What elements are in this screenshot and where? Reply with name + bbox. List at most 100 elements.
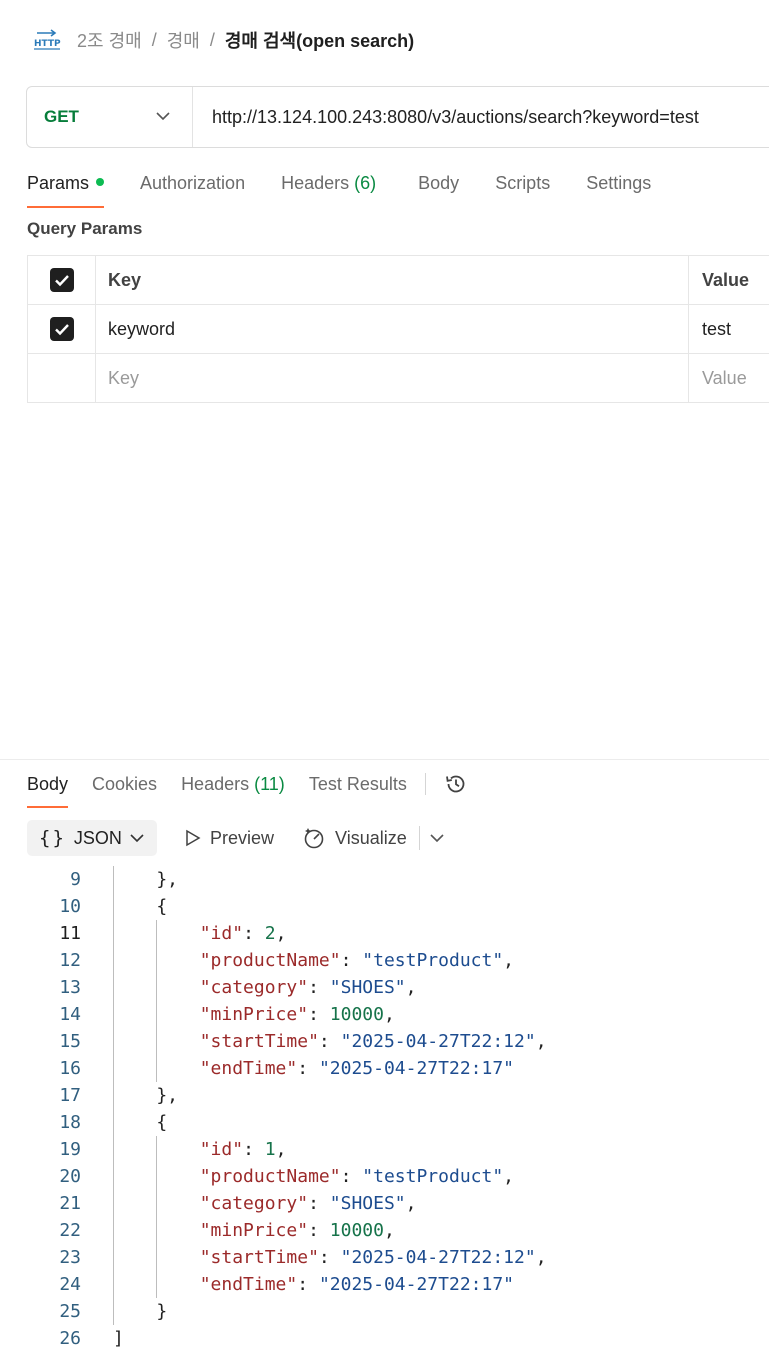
pane-divider[interactable] [0, 759, 769, 760]
visualize-separator [418, 826, 420, 850]
json-value: "2025-04-27T22:12" [340, 1031, 536, 1052]
json-value: 10000 [329, 1220, 384, 1241]
query-params-title: Query Params [27, 219, 143, 238]
history-icon[interactable] [444, 768, 468, 800]
code-line: 12 "productName": "testProduct", [0, 947, 769, 974]
code-line: 22 "minPrice": 10000, [0, 1217, 769, 1244]
svg-text:HTTP: HTTP [34, 39, 61, 49]
param-checkbox[interactable] [49, 317, 74, 341]
code-text: "endTime": "2025-04-27T22:17" [199, 1274, 515, 1295]
code-line: 20 "productName": "testProduct", [0, 1163, 769, 1190]
code-line: 23 "startTime": "2025-04-27T22:12", [0, 1244, 769, 1271]
response-tab-cookies-label: Cookies [92, 774, 158, 794]
code-text: ] [113, 1328, 124, 1349]
breadcrumb: HTTP 2조 경매 / 경매 / 경매 검색(open search) [33, 24, 414, 56]
visualize-button[interactable]: Visualize [302, 826, 407, 850]
request-tabs: Params Authorization Headers (6) Body Sc… [27, 168, 651, 208]
tab-settings[interactable]: Settings [586, 168, 651, 208]
code-text: "id": 2, [199, 923, 287, 944]
select-all-cell [27, 255, 96, 305]
code-text: "category": "SHOES", [199, 977, 417, 998]
json-value: "testProduct" [362, 1166, 504, 1187]
tab-authorization[interactable]: Authorization [140, 168, 245, 208]
value-column-header: Value [688, 255, 769, 305]
json-key: "startTime" [199, 1247, 319, 1268]
request-name[interactable]: 경매 검색(open search) [225, 27, 414, 53]
tab-scripts-label: Scripts [495, 173, 551, 193]
code-text: }, [113, 1085, 179, 1106]
json-key: "productName" [199, 950, 341, 971]
params-active-dot [96, 178, 105, 187]
tab-scripts[interactable]: Scripts [495, 168, 550, 208]
json-key: "id" [199, 1139, 244, 1160]
tab-headers-label: Headers [281, 173, 350, 193]
code-text: "startTime": "2025-04-27T22:12", [199, 1247, 547, 1268]
response-tab-body[interactable]: Body [27, 768, 69, 808]
breadcrumb-separator: / [151, 29, 157, 50]
param-key[interactable]: keyword [95, 304, 689, 354]
line-number: 9 [70, 869, 81, 890]
breadcrumb-collection[interactable]: 2조 경매 [77, 27, 142, 53]
json-value: 2 [264, 923, 276, 944]
code-text: } [113, 1301, 168, 1322]
key-column-header: Key [95, 255, 689, 305]
code-text: { [113, 896, 168, 917]
line-number: 13 [59, 977, 81, 998]
line-number: 21 [59, 1193, 81, 1214]
json-key: "startTime" [199, 1031, 319, 1052]
tab-params-label: Params [27, 173, 90, 193]
line-number: 20 [59, 1166, 81, 1187]
line-number: 26 [59, 1328, 81, 1349]
json-value: "testProduct" [362, 950, 504, 971]
response-tab-test-results[interactable]: Test Results [309, 768, 407, 808]
param-value[interactable]: test [688, 304, 769, 354]
code-text: "productName": "testProduct", [199, 1166, 515, 1187]
param-row: keyword test [27, 304, 769, 354]
code-text: "productName": "testProduct", [199, 950, 515, 971]
tab-headers[interactable]: Headers (6) [281, 168, 376, 208]
preview-button[interactable]: Preview [185, 828, 274, 849]
format-select[interactable]: {} JSON [27, 820, 157, 856]
line-number: 19 [59, 1139, 81, 1160]
code-line: 13 "category": "SHOES", [0, 974, 769, 1001]
breadcrumb-folder[interactable]: 경매 [167, 27, 200, 53]
chevron-down-icon[interactable] [430, 833, 444, 843]
response-view-bar: {} JSON Preview Visualize [27, 820, 444, 856]
json-value: 10000 [329, 1004, 384, 1025]
code-text: "id": 1, [199, 1139, 287, 1160]
line-number: 22 [59, 1220, 81, 1241]
json-value: "SHOES" [329, 977, 406, 998]
response-tab-headers[interactable]: Headers (11) [181, 768, 285, 808]
line-number: 18 [59, 1112, 81, 1133]
code-line: 14 "minPrice": 10000, [0, 1001, 769, 1028]
tab-body[interactable]: Body [418, 168, 459, 208]
tab-params[interactable]: Params [27, 168, 105, 208]
line-number: 15 [59, 1031, 81, 1052]
response-body-editor[interactable]: 9 }, 10 {11 "id": 2, 12 "productName": "te… [0, 866, 769, 1352]
json-key: "endTime" [199, 1058, 298, 1079]
visualize-icon [304, 828, 324, 849]
json-key: "category" [199, 977, 309, 998]
response-tab-test-results-label: Test Results [308, 774, 407, 794]
url-bar: GET http://13.124.100.243:8080/v3/auctio… [26, 86, 769, 148]
code-line: 24 "endTime": "2025-04-27T22:17" [0, 1271, 769, 1298]
url-input[interactable]: http://13.124.100.243:8080/v3/auctions/s… [193, 107, 699, 128]
code-line: 16 "endTime": "2025-04-27T22:17" [0, 1055, 769, 1082]
chevron-down-icon [130, 833, 144, 843]
code-text: "startTime": "2025-04-27T22:12", [199, 1031, 547, 1052]
line-number: 25 [59, 1301, 81, 1322]
method-select[interactable]: GET [27, 87, 193, 147]
code-line: 18 { [0, 1109, 769, 1136]
json-key: "minPrice" [199, 1220, 309, 1241]
http-icon: HTTP [33, 26, 61, 54]
code-line: 17 }, [0, 1082, 769, 1109]
response-tab-cookies[interactable]: Cookies [92, 768, 157, 808]
select-all-checkbox[interactable] [49, 268, 74, 292]
response-tabs: Body Cookies Headers (11) Test Results [27, 768, 468, 808]
tab-headers-count: (6) [354, 173, 377, 193]
new-param-row: Key Value [27, 353, 769, 403]
params-table: Key Value keyword test Key Value [27, 255, 769, 403]
new-param-key-input[interactable]: Key [95, 353, 689, 403]
chevron-down-icon [156, 108, 170, 126]
new-param-value-input[interactable]: Value [688, 353, 769, 403]
